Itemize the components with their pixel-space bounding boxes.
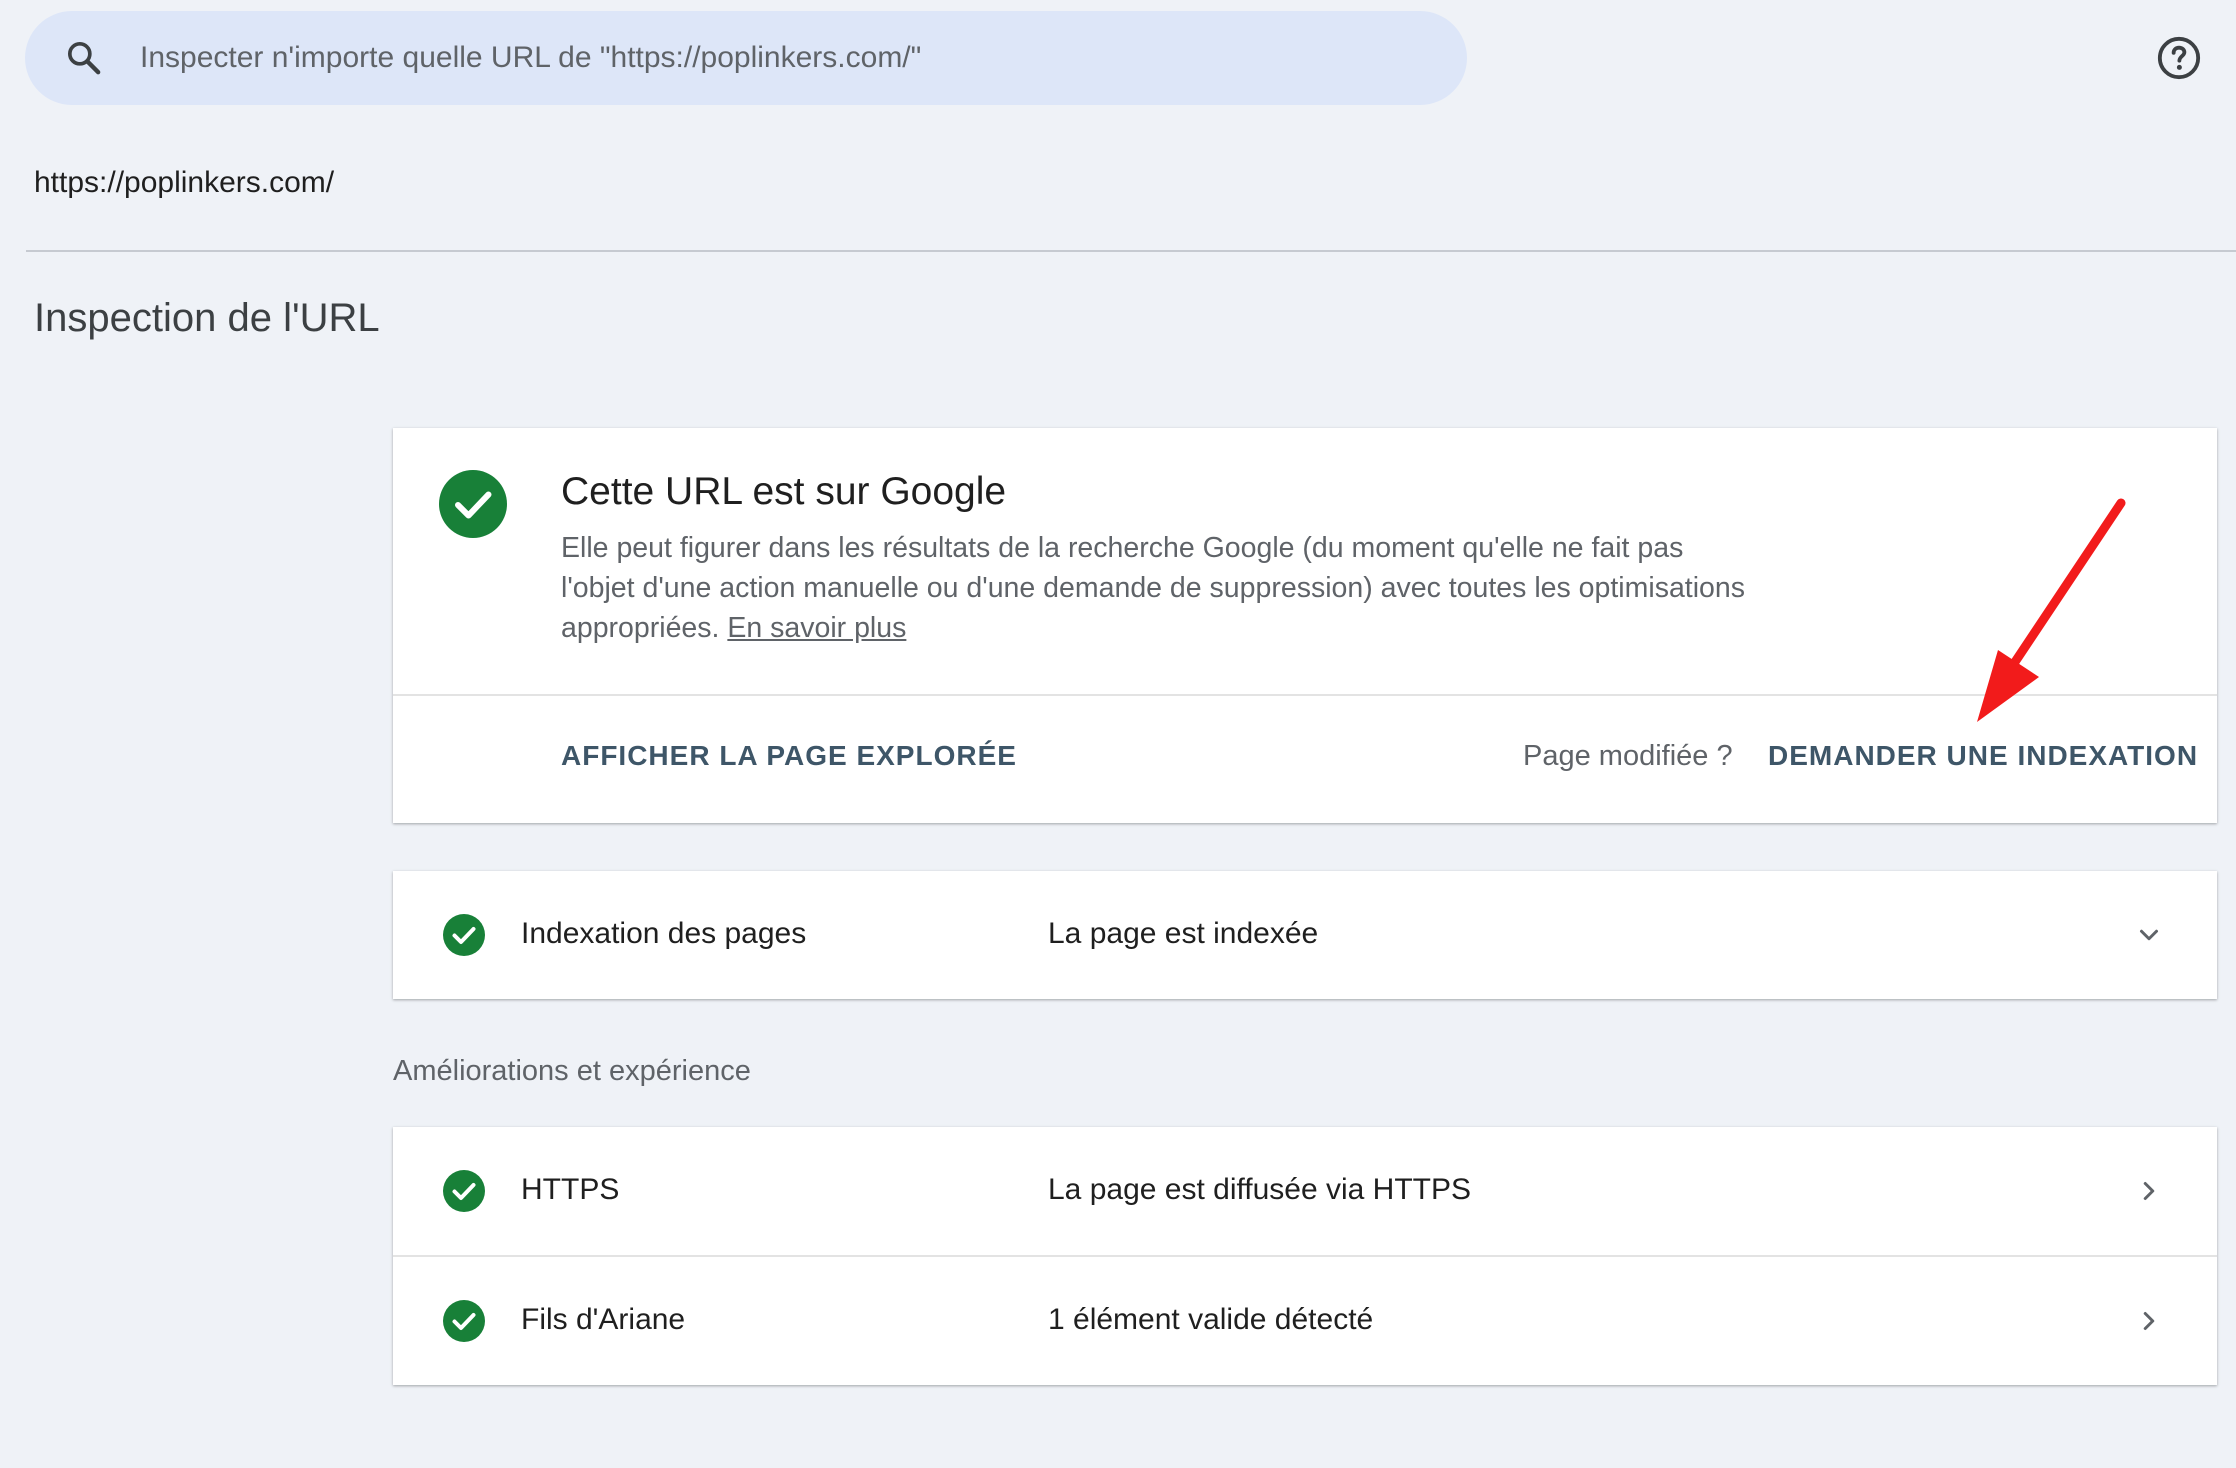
search-icon[interactable]: [62, 36, 106, 80]
enhancement-value: La page est diffusée via HTTPS: [1048, 1173, 1472, 1206]
enhancement-label: Fils d'Ariane: [521, 1303, 686, 1336]
help-icon[interactable]: [2155, 34, 2203, 82]
indexing-value: La page est indexée: [1048, 917, 1319, 950]
view-crawled-page-button[interactable]: AFFICHER LA PAGE EXPLORÉE: [561, 740, 1017, 772]
chevron-right-icon[interactable]: [2129, 1171, 2169, 1211]
header-divider: [26, 250, 2236, 252]
chevron-down-icon[interactable]: [2129, 915, 2169, 955]
enhancements-section-label: Améliorations et expérience: [393, 1055, 751, 1087]
search-bar[interactable]: [25, 11, 1467, 105]
enhancement-value: 1 élément valide détecté: [1048, 1303, 1374, 1336]
indexing-label: Indexation des pages: [521, 917, 807, 950]
check-circle-icon: [443, 914, 485, 956]
search-input[interactable]: [140, 28, 1340, 88]
status-title: Cette URL est sur Google: [561, 470, 1007, 513]
enhancement-row-https[interactable]: HTTPS La page est diffusée via HTTPS: [393, 1127, 2217, 1255]
enhancements-card: HTTPS La page est diffusée via HTTPS Fil…: [393, 1127, 2217, 1385]
url-status-card: Cette URL est sur Google Elle peut figur…: [393, 428, 2217, 823]
inspected-url: https://poplinkers.com/: [34, 166, 335, 199]
page-title: Inspection de l'URL: [34, 296, 380, 340]
enhancement-label: HTTPS: [521, 1173, 620, 1206]
enhancement-row-breadcrumbs[interactable]: Fils d'Ariane 1 élément valide détecté: [393, 1257, 2217, 1385]
check-circle-icon: [443, 1170, 485, 1212]
request-indexing-button[interactable]: DEMANDER UNE INDEXATION: [1768, 740, 2198, 772]
indexing-row[interactable]: Indexation des pages La page est indexée: [393, 871, 2217, 999]
chevron-right-icon[interactable]: [2129, 1301, 2169, 1341]
check-circle-icon: [443, 1300, 485, 1342]
check-circle-icon: [439, 470, 507, 538]
status-description: Elle peut figurer dans les résultats de …: [561, 528, 1751, 648]
learn-more-link[interactable]: En savoir plus: [727, 612, 906, 644]
card-divider: [393, 694, 2217, 696]
indexing-card: Indexation des pages La page est indexée: [393, 871, 2217, 999]
page-modified-label: Page modifiée ?: [1523, 740, 1733, 772]
